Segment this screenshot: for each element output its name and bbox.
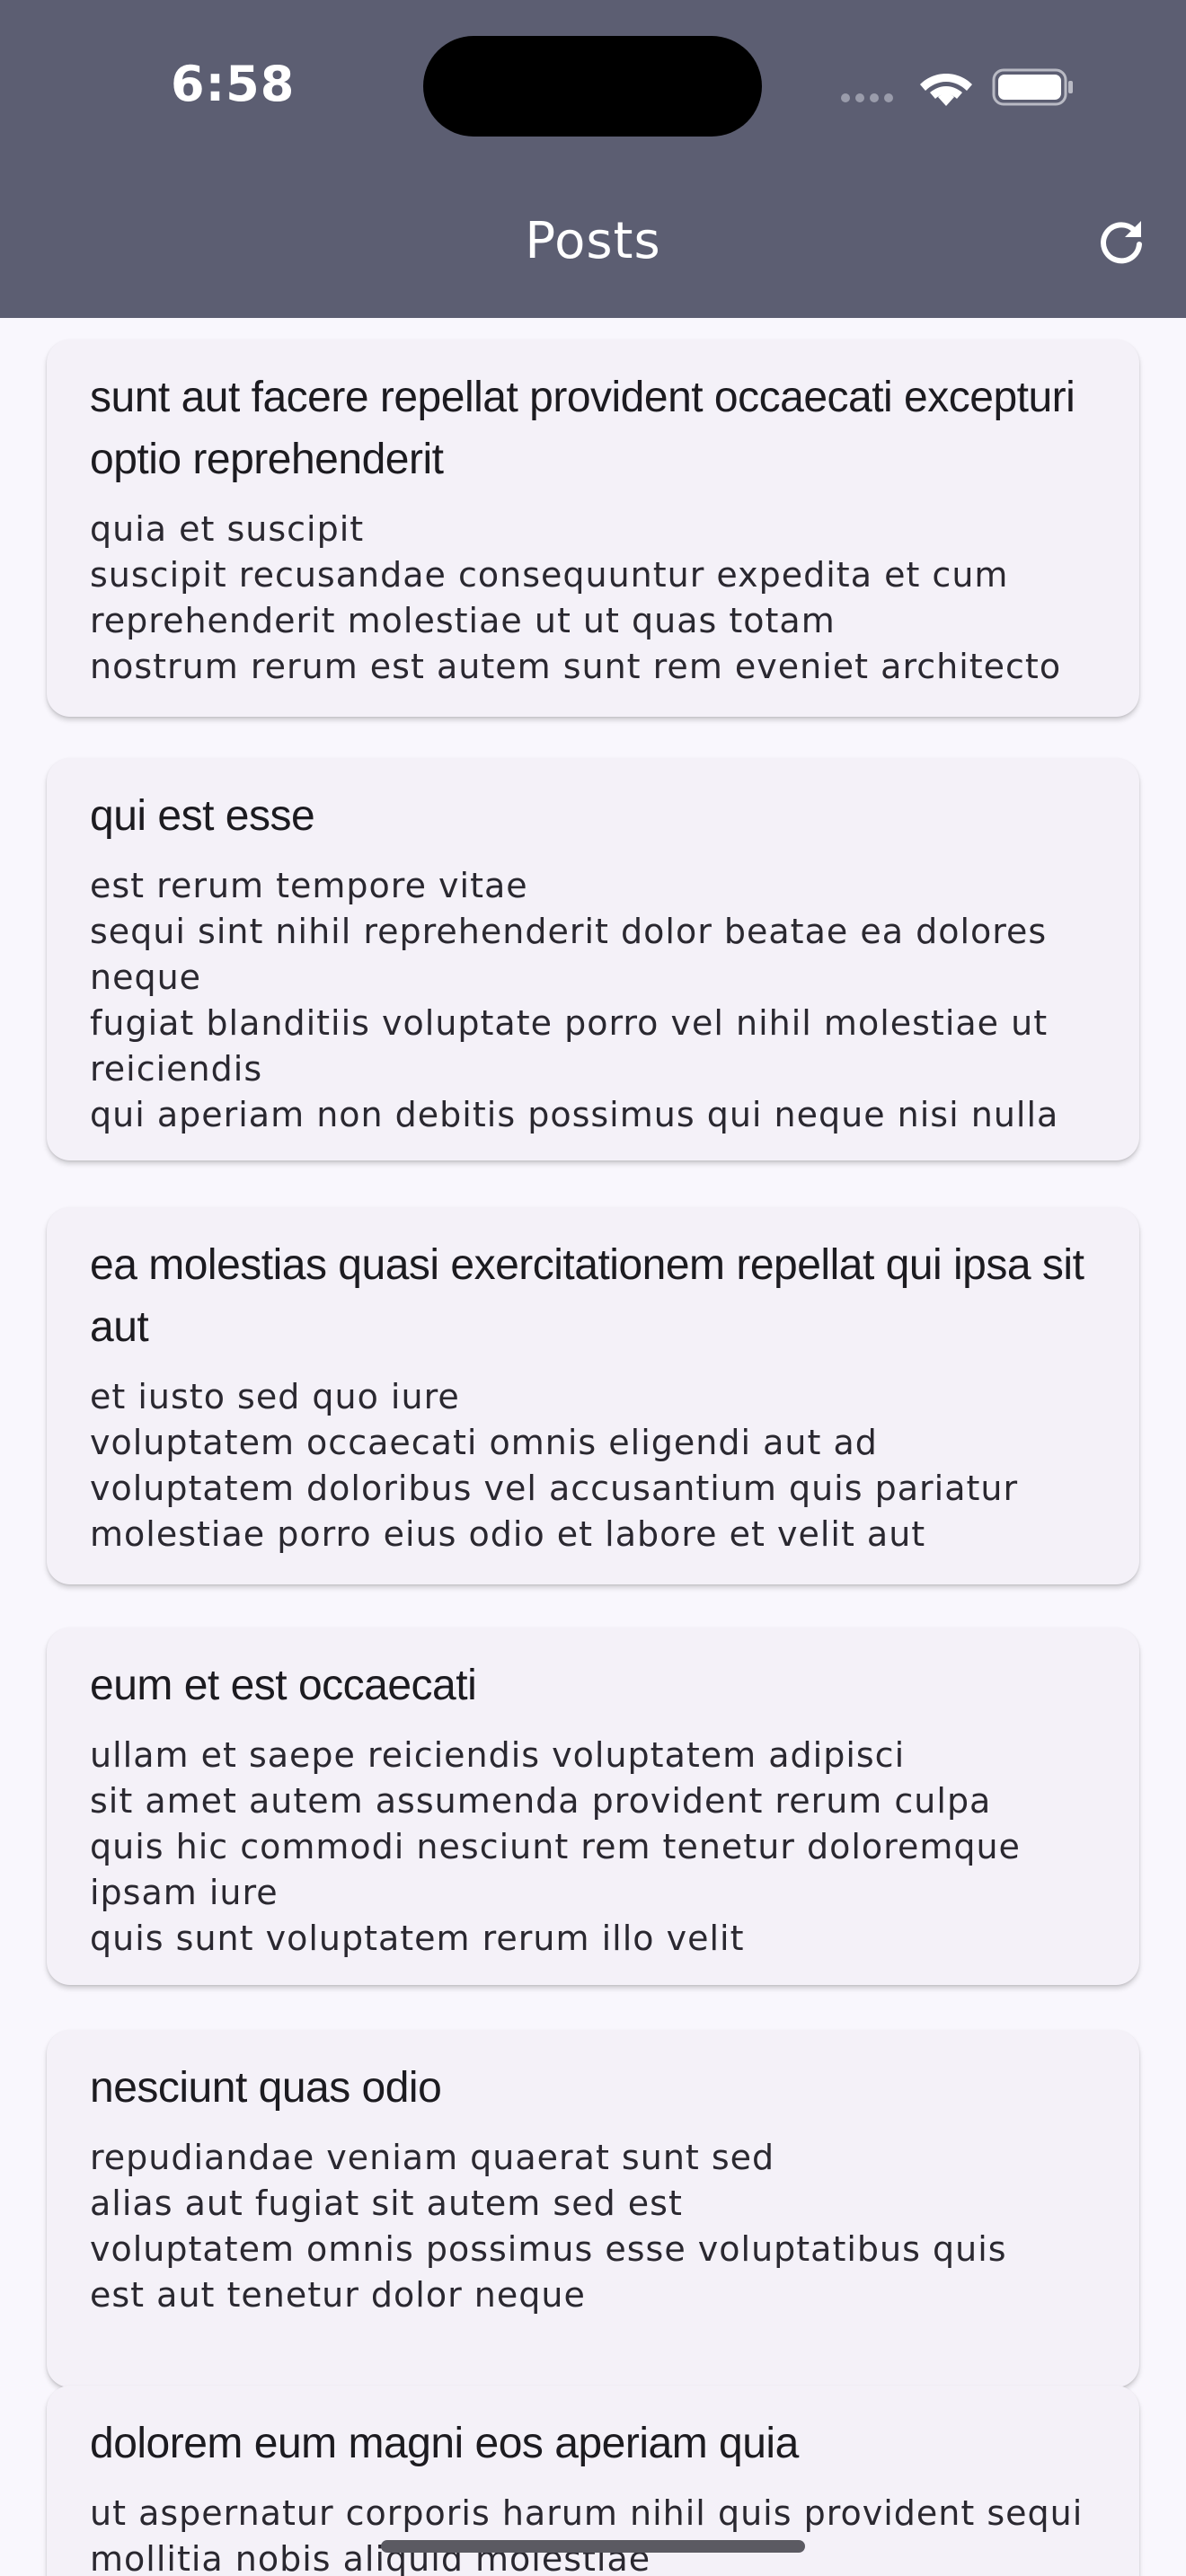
page-title: Posts [525,212,661,270]
refresh-icon[interactable] [1094,216,1148,269]
post-body: repudiandae veniam quaerat sunt sed alia… [90,2138,1007,2315]
post-title: dolorem eum magni eos aperiam quia [90,2420,799,2467]
post-body: ut aspernatur corporis harum nihil quis … [90,2493,1084,2576]
cellular-signal-icon [841,93,893,102]
post-body: est rerum tempore vitae sequi sint nihil… [90,866,1059,1134]
post-body: quia et suscipit suscipit recusandae con… [90,509,1062,686]
post-card[interactable]: eum et est occaecati ullam et saepe reic… [47,1628,1139,1985]
dynamic-island [423,36,762,137]
post-title: ea molestias quasi exercitationem repell… [90,1241,1084,1351]
post-card[interactable]: sunt aut facere repellat provident occae… [47,340,1139,717]
battery-icon [992,68,1073,106]
wifi-icon [920,74,972,106]
post-title: nesciunt quas odio [90,2064,442,2112]
post-body: ullam et saepe reiciendis voluptatem adi… [90,1735,1021,1958]
post-title: qui est esse [90,792,315,840]
post-title: eum et est occaecati [90,1662,477,1709]
post-body: et iusto sed quo iure voluptatem occaeca… [90,1377,1019,1554]
post-card[interactable]: qui est esse est rerum tempore vitae seq… [47,758,1139,1160]
status-bar-time: 6:58 [171,56,296,112]
post-title: sunt aut facere repellat provident occae… [90,374,1075,483]
app-header: 6:58 Posts [0,0,1186,318]
post-card[interactable]: nesciunt quas odio repudiandae veniam qu… [47,2030,1139,2387]
home-indicator[interactable] [381,2540,805,2553]
post-card[interactable]: ea molestias quasi exercitationem repell… [47,1207,1139,1584]
posts-list[interactable]: sunt aut facere repellat provident occae… [0,318,1186,2576]
